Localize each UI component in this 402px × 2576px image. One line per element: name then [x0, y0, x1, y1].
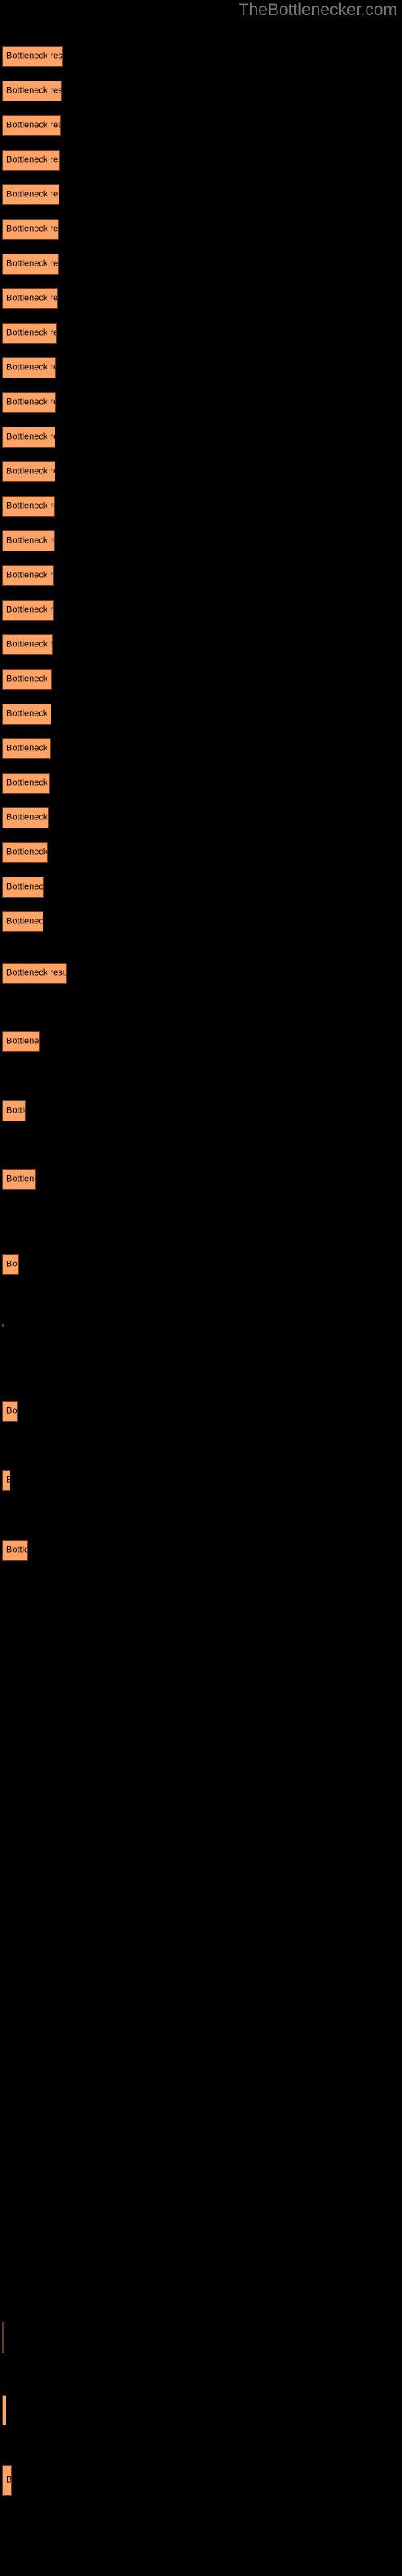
- chart-bar-label: Bottleneck result: [6, 1105, 25, 1116]
- chart-bar: Bottleneck result: [2, 461, 55, 482]
- chart-bar-label: Bottleneck result: [6, 328, 56, 338]
- chart-bar: Bottleneck result: [2, 184, 59, 205]
- chart-bar: [2, 2322, 4, 2353]
- chart-bar-label: Bottleneck result: [6, 1476, 10, 1486]
- chart-bar-label: Bottleneck result: [6, 1545, 27, 1555]
- chart-bar: Bottleneck result: [2, 219, 59, 240]
- chart-bar: Bottleneck result: [2, 1100, 26, 1121]
- chart-bar-label: Bottleneck result: [6, 778, 49, 788]
- chart-bar: Bottleneck result: [2, 150, 60, 171]
- chart-bar-label: Bottleneck result: [6, 466, 55, 477]
- chart-bar-label: Bottleneck result: [6, 120, 60, 130]
- chart-bar: Bottleneck result: [2, 1470, 10, 1491]
- chart-bar: Bottleneck result: [2, 357, 56, 378]
- chart-bar-label: Bottleneck result: [6, 224, 59, 234]
- chart-bar-label: Bottleneck result: [6, 362, 55, 373]
- chart-bar-label: Bottleneck result: [6, 397, 55, 407]
- chart-bar: Bottleneck result: [2, 963, 67, 984]
- chart-bar: [2, 1324, 4, 1327]
- chart-bar: Bottleneck result: [2, 288, 58, 309]
- chart-bar-label: Bottleneck result: [6, 847, 48, 857]
- chart-bar: Bottleneck result: [2, 807, 49, 828]
- chart-bar: Bottleneck result: [2, 254, 59, 275]
- chart-bar: Bottleneck result: [2, 1031, 40, 1052]
- chart-bar-label: Bottleneck result: [6, 570, 54, 580]
- chart-bar: Bottleneck result: [2, 773, 50, 794]
- chart-bar: Bottleneck result: [2, 634, 53, 655]
- chart-bar: Bottleneck result: [2, 911, 43, 932]
- chart-bar: Bottleneck result: [2, 565, 54, 586]
- chart-bar-label: Bottleneck result: [6, 1036, 39, 1046]
- chart-page: TheBottlenecker.com Bottleneck resultBot…: [0, 0, 402, 2576]
- bar-chart-plot-area: Bottleneck result Bottleneck result Bottle…: [0, 0, 402, 2576]
- chart-bar-label: Bottleneck result: [6, 812, 48, 823]
- chart-bar-label: Bottleneck result: [6, 51, 63, 61]
- chart-bar-label: Bottleneck result: [6, 708, 51, 719]
- chart-bar-label: Bottleneck result: [6, 881, 44, 892]
- chart-bar-label: Bottleneck result: [6, 535, 54, 546]
- chart-bar-label: Bottleneck result: [6, 85, 62, 96]
- chart-bar-label: Bottleneck result: [6, 968, 67, 978]
- chart-bar-label: Bottleneck result: [6, 1259, 18, 1269]
- chart-bar: Bottleneck result: [2, 392, 56, 413]
- chart-bar-label: Bottleneck result: [6, 189, 59, 200]
- chart-bar: Bottleneck result: [2, 1401, 18, 1422]
- chart-bar: Bottleneck result: [2, 496, 55, 517]
- chart-bar-label: Bottleneck result: [6, 916, 43, 927]
- chart-bar-label: Bottleneck result: [6, 155, 59, 165]
- chart-bar: [2, 2395, 6, 2425]
- chart-bar: Bottleneck result: [2, 323, 57, 344]
- chart-bar-label: Bottleneck result: [6, 258, 59, 269]
- chart-bar: Bottleneck result: [2, 877, 44, 898]
- chart-bar: Bottleneck result: [2, 2465, 12, 2496]
- chart-bar: Bottleneck result: [2, 80, 62, 101]
- chart-bar: Bottleneck result: [2, 1254, 19, 1275]
- chart-bar-label: Bottleneck result: [6, 2475, 12, 2485]
- chart-bar-label: Bottleneck result: [6, 431, 55, 442]
- chart-bar: Bottleneck result: [2, 738, 51, 759]
- chart-bar: Bottleneck result: [2, 704, 51, 724]
- chart-bar: Bottleneck result: [2, 46, 63, 67]
- chart-bar-label: Bottleneck result: [6, 674, 51, 684]
- chart-bar: Bottleneck result: [2, 600, 54, 621]
- chart-bar-label: Bottleneck result: [6, 605, 54, 615]
- chart-bar: Bottleneck result: [2, 669, 52, 690]
- chart-bar: Bottleneck result: [2, 1169, 36, 1190]
- chart-bar: Bottleneck result: [2, 1540, 28, 1561]
- chart-bar-label: Bottleneck result: [6, 743, 50, 753]
- chart-bar-label: Bottleneck result: [6, 1406, 18, 1416]
- chart-bar-label: Bottleneck result: [6, 1174, 35, 1184]
- chart-bar-label: Bottleneck result: [6, 501, 54, 511]
- chart-bar: Bottleneck result: [2, 427, 55, 448]
- chart-bar: Bottleneck result: [2, 115, 61, 136]
- chart-bar: Bottleneck result: [2, 530, 55, 551]
- chart-bar: Bottleneck result: [2, 842, 48, 863]
- chart-bar-label: Bottleneck result: [6, 639, 53, 650]
- chart-bar-label: Bottleneck result: [6, 293, 58, 303]
